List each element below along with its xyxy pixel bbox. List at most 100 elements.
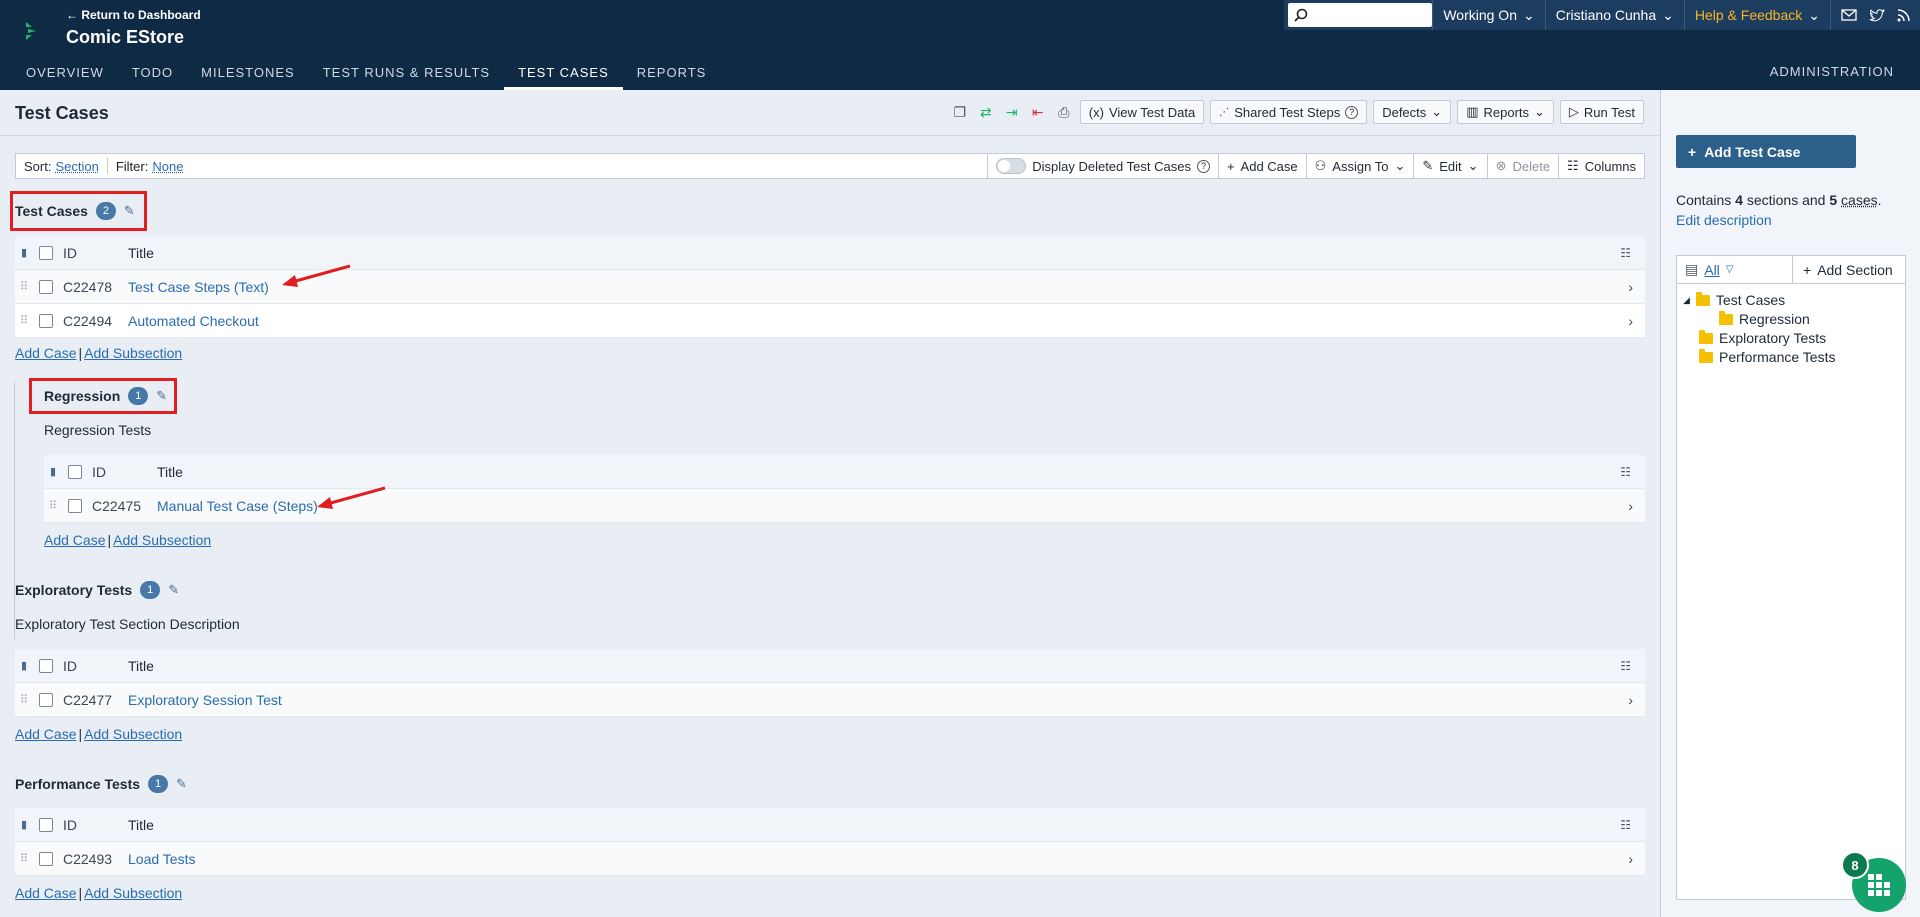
project-title[interactable]: Comic EStore [66, 27, 184, 48]
user-menu-dropdown[interactable]: Cristiano Cunha ⌄ [1544, 0, 1684, 30]
column-header-id[interactable]: ID [63, 817, 128, 833]
tab-todo[interactable]: TODO [118, 60, 187, 90]
export-icon[interactable]: ⇥ [1002, 102, 1022, 122]
tab-test-cases[interactable]: TEST CASES [504, 60, 623, 90]
column-header-id[interactable]: ID [63, 658, 128, 674]
tree-node-exploratory-tests[interactable]: Exploratory Tests [1699, 329, 1826, 346]
filter-value-link[interactable]: None [152, 159, 183, 174]
rss-icon[interactable] [1897, 8, 1910, 22]
add-case-link[interactable]: Add Case [15, 345, 76, 361]
column-menu-icon[interactable]: ☷ [1620, 659, 1631, 673]
print-icon[interactable]: ⎙ [1054, 102, 1074, 122]
edit-dropdown[interactable]: ✎ Edit ⌄ [1413, 154, 1486, 178]
table-row[interactable]: ⠿ C22475 Manual Test Case (Steps) › [44, 489, 1645, 523]
return-to-dashboard-link[interactable]: ← Return to Dashboard [66, 8, 201, 22]
view-test-data-button[interactable]: (x) View Test Data [1079, 100, 1205, 124]
help-icon[interactable]: ? [1345, 105, 1359, 119]
tree-node-performance-tests[interactable]: Performance Tests [1699, 348, 1835, 365]
pencil-icon[interactable]: ✎ [124, 203, 135, 219]
case-title-link[interactable]: Load Tests [128, 851, 195, 867]
toggle-switch[interactable] [996, 158, 1027, 174]
select-all-checkbox[interactable] [39, 658, 53, 673]
table-row[interactable]: ⠿ C22477 Exploratory Session Test › [15, 683, 1645, 717]
chevron-right-icon[interactable]: › [1628, 498, 1633, 514]
row-checkbox[interactable] [39, 279, 53, 294]
twitter-icon[interactable] [1869, 8, 1885, 22]
tab-reports[interactable]: REPORTS [623, 60, 721, 90]
table-row[interactable]: ⠿ C22493 Load Tests › [15, 842, 1645, 876]
pencil-icon[interactable]: ✎ [156, 388, 167, 404]
tab-overview[interactable]: OVERVIEW [0, 60, 118, 90]
drag-handle-icon[interactable]: ⠿ [15, 314, 33, 327]
add-case-link[interactable]: Add Case [15, 726, 76, 742]
add-case-button[interactable]: + Add Case [1217, 154, 1306, 178]
working-on-dropdown[interactable]: Working On ⌄ [1432, 0, 1544, 30]
column-header-title[interactable]: Title [128, 245, 154, 261]
chevron-right-icon[interactable]: › [1628, 313, 1633, 329]
sort-value-link[interactable]: Section [55, 159, 98, 174]
shared-test-steps-button[interactable]: ⋰ Shared Test Steps ? [1210, 100, 1368, 124]
pencil-icon[interactable]: ✎ [176, 776, 187, 792]
tab-milestones[interactable]: MILESTONES [187, 60, 309, 90]
case-title-link[interactable]: Automated Checkout [128, 313, 259, 329]
row-checkbox[interactable] [39, 851, 53, 866]
drag-handle-icon[interactable]: ⠿ [15, 852, 33, 865]
section-title[interactable]: Performance Tests [15, 776, 140, 792]
column-header-title[interactable]: Title [128, 817, 154, 833]
columns-button[interactable]: ☷ Columns [1558, 154, 1644, 178]
help-feedback-dropdown[interactable]: Help & Feedback ⌄ [1683, 0, 1830, 30]
chevron-right-icon[interactable]: › [1628, 279, 1633, 295]
tree-node-test-cases[interactable]: ◢ Test Cases [1683, 291, 1785, 308]
add-subsection-link[interactable]: Add Subsection [84, 345, 182, 361]
add-case-link[interactable]: Add Case [44, 532, 105, 548]
testrail-logo-icon[interactable] [22, 20, 42, 42]
column-menu-icon[interactable]: ☷ [1620, 246, 1631, 260]
column-menu-icon[interactable]: ☷ [1620, 818, 1631, 832]
select-all-checkbox[interactable] [39, 817, 53, 832]
mail-icon[interactable] [1841, 9, 1857, 21]
chevron-right-icon[interactable]: › [1628, 692, 1633, 708]
add-section-button[interactable]: + Add Section [1792, 255, 1905, 284]
section-title[interactable]: Exploratory Tests [15, 582, 132, 598]
add-case-link[interactable]: Add Case [15, 885, 76, 901]
reports-dropdown[interactable]: ▥ Reports ⌄ [1457, 100, 1554, 124]
copy-icon[interactable]: ❐ [950, 102, 970, 122]
assign-to-dropdown[interactable]: ⚇ Assign To ⌄ [1305, 154, 1414, 178]
case-title-link[interactable]: Exploratory Session Test [128, 692, 282, 708]
add-test-case-button[interactable]: + Add Test Case [1676, 135, 1856, 168]
case-title-link[interactable]: Test Case Steps (Text) [128, 279, 269, 295]
drag-handle-icon[interactable]: ⠿ [44, 499, 62, 512]
add-subsection-link[interactable]: Add Subsection [113, 532, 211, 548]
pencil-icon[interactable]: ✎ [168, 582, 179, 598]
case-title-link[interactable]: Manual Test Case (Steps) [157, 498, 318, 514]
edit-description-link[interactable]: Edit description [1676, 212, 1772, 228]
table-row[interactable]: ⠿ C22478 Test Case Steps (Text) › [15, 270, 1645, 304]
chevron-right-icon[interactable]: › [1628, 851, 1633, 867]
tree-filter-dropdown[interactable]: ▤ All ▽ [1677, 261, 1792, 278]
column-header-title[interactable]: Title [128, 658, 154, 674]
import-icon[interactable]: ⇄ [976, 102, 996, 122]
row-checkbox[interactable] [39, 313, 53, 328]
add-subsection-link[interactable]: Add Subsection [84, 726, 182, 742]
column-menu-icon[interactable]: ☷ [1620, 465, 1631, 479]
administration-link[interactable]: ADMINISTRATION [1770, 64, 1894, 79]
column-header-id[interactable]: ID [92, 464, 157, 480]
select-all-checkbox[interactable] [68, 464, 82, 479]
table-row[interactable]: ⠿ C22494 Automated Checkout › [15, 304, 1645, 338]
column-header-title[interactable]: Title [157, 464, 183, 480]
export-pdf-icon[interactable]: ⇤ [1028, 102, 1048, 122]
help-icon[interactable]: ? [1196, 159, 1210, 173]
column-header-id[interactable]: ID [63, 245, 128, 261]
row-checkbox[interactable] [68, 498, 82, 513]
run-test-button[interactable]: ▷ Run Test [1559, 100, 1644, 124]
select-all-checkbox[interactable] [39, 245, 53, 260]
defects-dropdown[interactable]: Defects ⌄ [1373, 100, 1452, 124]
display-deleted-toggle[interactable]: Display Deleted Test Cases ? [987, 154, 1218, 178]
section-title[interactable]: Regression [44, 388, 120, 404]
tree-node-regression[interactable]: Regression [1719, 310, 1810, 327]
drag-handle-icon[interactable]: ⠿ [15, 280, 33, 293]
tab-test-runs-results[interactable]: TEST RUNS & RESULTS [309, 60, 504, 90]
add-subsection-link[interactable]: Add Subsection [84, 885, 182, 901]
search-input[interactable] [1288, 3, 1433, 27]
row-checkbox[interactable] [39, 692, 53, 707]
